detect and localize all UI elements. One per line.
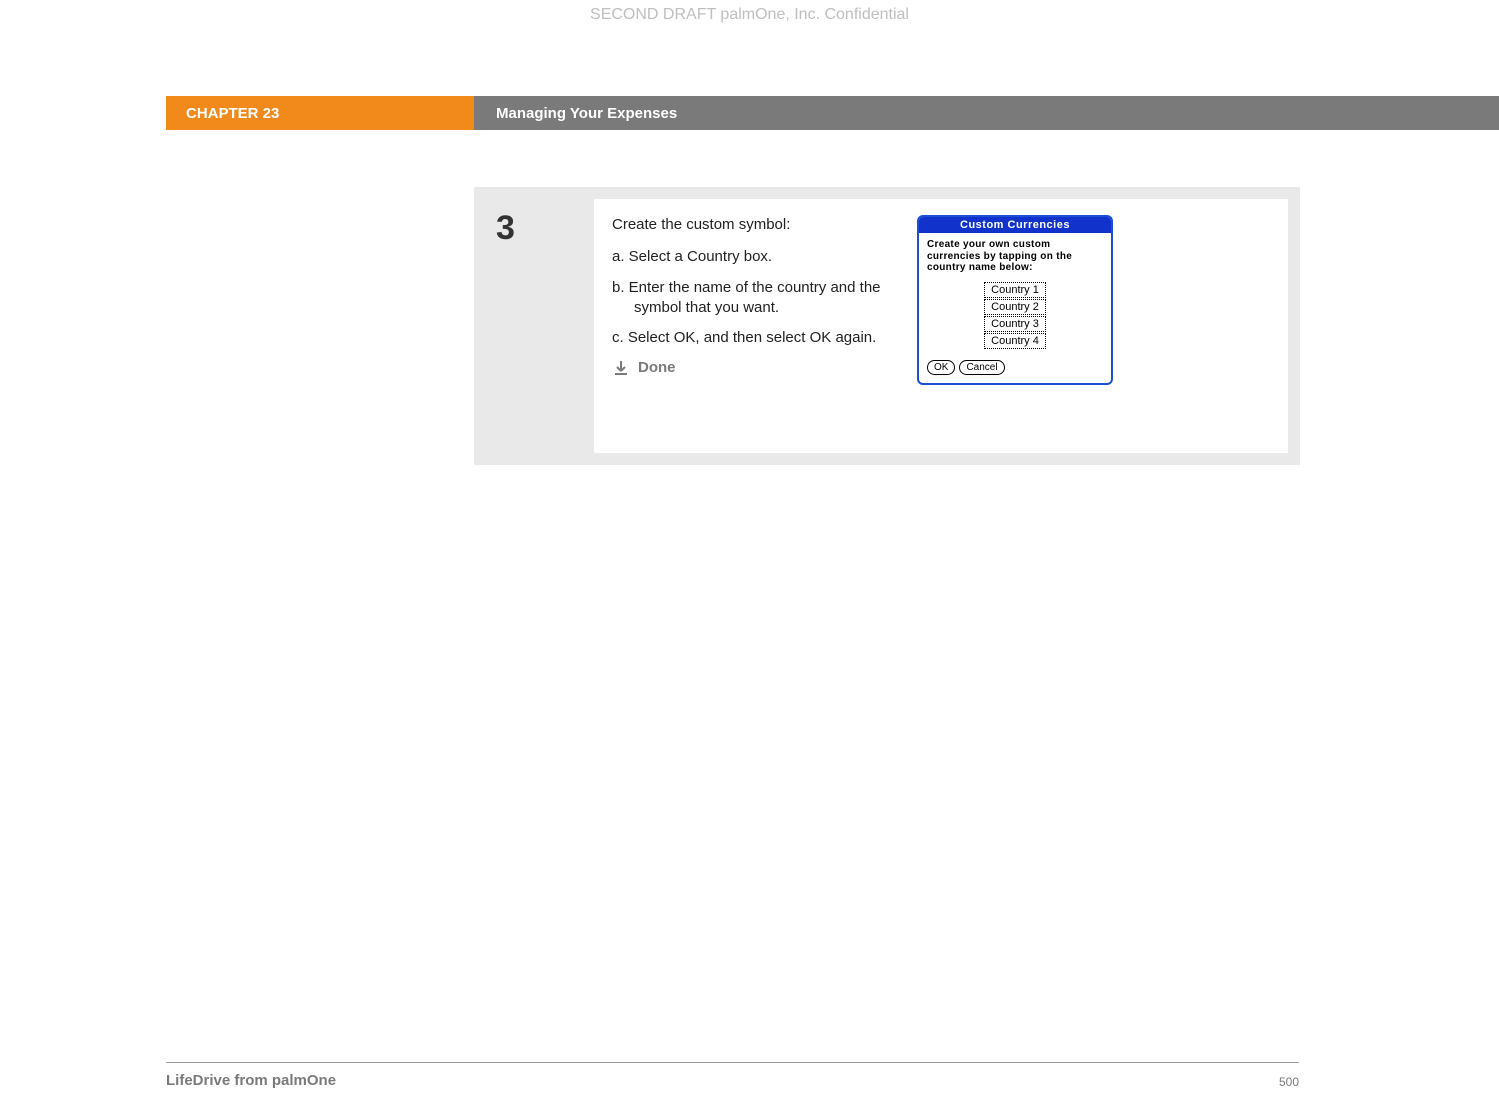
palm-country-1[interactable]: Country 1 (984, 282, 1046, 298)
palm-button-row: OK Cancel (927, 360, 1103, 375)
step-item-c: c. Select OK, and then select OK again. (612, 328, 917, 348)
footer-page-number: 500 (1279, 1075, 1299, 1089)
step-number-column: 3 (474, 187, 594, 465)
step-number: 3 (496, 209, 594, 248)
done-indicator: Done (612, 358, 917, 378)
palm-dialog: Custom Currencies Create your own custom… (917, 215, 1113, 385)
device-screenshot-area: Custom Currencies Create your own custom… (917, 215, 1270, 437)
chapter-header-bar: CHAPTER 23 Managing Your Expenses (0, 96, 1499, 130)
step-intro: Create the custom symbol: (612, 215, 917, 235)
footer-divider (166, 1062, 1299, 1063)
palm-country-list: Country 1 Country 2 Country 3 Country 4 (927, 282, 1103, 350)
palm-ok-button[interactable]: OK (927, 360, 955, 375)
palm-country-3[interactable]: Country 3 (984, 316, 1046, 332)
chapter-label: CHAPTER 23 (166, 96, 474, 130)
chapter-title: Managing Your Expenses (474, 96, 1499, 130)
palm-country-4[interactable]: Country 4 (984, 333, 1046, 349)
step-instructions: Create the custom symbol: a. Select a Co… (612, 215, 917, 437)
step-block: 3 Create the custom symbol: a. Select a … (474, 187, 1300, 465)
step-item-b: b. Enter the name of the country and the… (612, 278, 917, 319)
palm-dialog-title: Custom Currencies (919, 217, 1111, 233)
watermark-text: SECOND DRAFT palmOne, Inc. Confidential (590, 6, 909, 24)
footer-product-name: LifeDrive from palmOne (166, 1072, 336, 1089)
palm-country-2[interactable]: Country 2 (984, 299, 1046, 315)
done-label: Done (638, 358, 676, 378)
palm-instruction-text: Create your own custom currencies by tap… (927, 239, 1103, 274)
step-item-a: a. Select a Country box. (612, 247, 917, 267)
step-content-panel: Create the custom symbol: a. Select a Co… (594, 199, 1288, 453)
palm-dialog-body: Create your own custom currencies by tap… (919, 233, 1111, 383)
done-arrow-icon (612, 359, 630, 377)
chapter-spacer (0, 96, 166, 130)
palm-cancel-button[interactable]: Cancel (959, 360, 1004, 375)
